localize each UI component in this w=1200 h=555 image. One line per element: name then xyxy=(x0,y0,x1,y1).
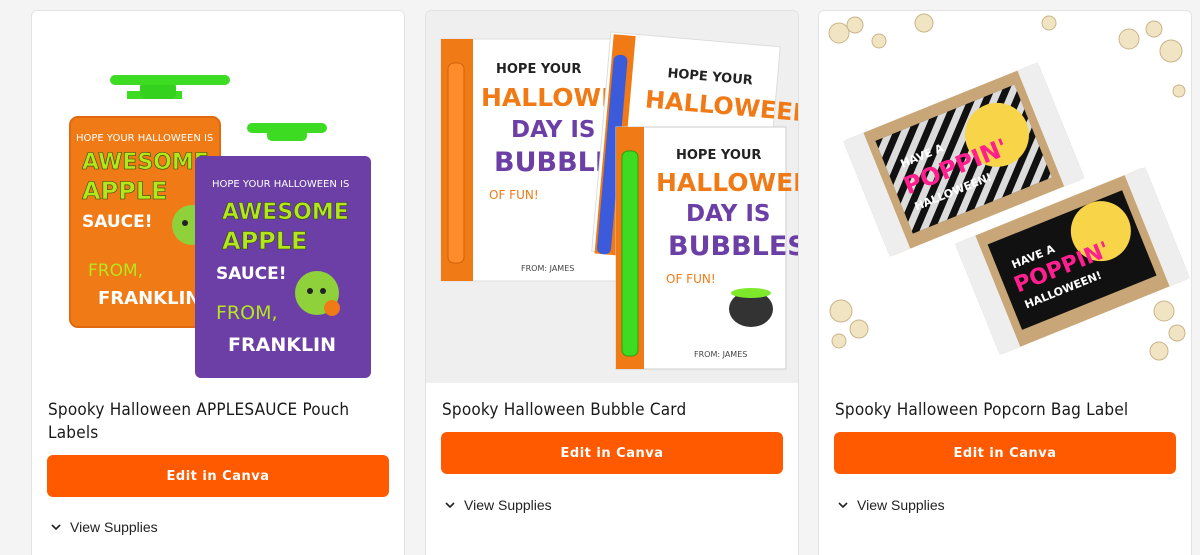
card2-back-line3: DAY IS xyxy=(511,117,595,143)
card1-front-line6: FRANKLIN xyxy=(98,288,200,309)
view-supplies-label: View Supplies xyxy=(70,519,158,535)
product-card-bubble: HOPE YOUR HALLOWEEN DAY IS BUBBLES OF FU… xyxy=(425,10,799,555)
card2-front-line1: HOPE YOUR xyxy=(676,148,761,163)
card1-back-line6: FRANKLIN xyxy=(228,334,336,356)
edit-in-canva-button[interactable]: Edit in Canva xyxy=(441,432,783,474)
card2-front-line2: HALLOWEEN xyxy=(656,168,798,197)
product-image-bubble[interactable]: HOPE YOUR HALLOWEEN DAY IS BUBBLES OF FU… xyxy=(426,11,798,383)
product-card-applesauce: HOPE YOUR HALLOWEEN IS AWESOME APPLE SAU… xyxy=(31,10,405,555)
card1-front-line5: FROM, xyxy=(88,261,143,281)
card1-front-line2: AWESOME xyxy=(82,150,209,175)
view-supplies-toggle[interactable]: View Supplies xyxy=(837,497,945,513)
card2-front-line3: DAY IS xyxy=(686,201,770,227)
edit-in-canva-button[interactable]: Edit in Canva xyxy=(834,432,1176,474)
product-grid: HOPE YOUR HALLOWEEN IS AWESOME APPLE SAU… xyxy=(0,0,1200,555)
card1-back-line4: SAUCE! xyxy=(216,264,287,284)
card2-back-line5: OF FUN! xyxy=(489,188,539,202)
card1-back-line3: APPLE xyxy=(222,227,307,255)
chevron-down-icon xyxy=(838,502,848,509)
chevron-down-icon xyxy=(445,502,455,509)
product-title: Spooky Halloween Bubble Card xyxy=(442,400,687,420)
view-supplies-toggle[interactable]: View Supplies xyxy=(50,519,158,535)
view-supplies-label: View Supplies xyxy=(857,497,945,513)
product-card-popcorn: HAVE A POPPIN' HALLOWEEN! HAVE A POPPIN'… xyxy=(818,10,1192,555)
card1-back-line2: AWESOME xyxy=(222,200,349,225)
view-supplies-label: View Supplies xyxy=(464,497,552,513)
card2-back-line1: HOPE YOUR xyxy=(496,62,581,77)
product-image-applesauce[interactable]: HOPE YOUR HALLOWEEN IS AWESOME APPLE SAU… xyxy=(32,11,404,383)
product-image-popcorn[interactable]: HAVE A POPPIN' HALLOWEEN! HAVE A POPPIN'… xyxy=(819,11,1191,383)
product-title: Spooky Halloween APPLESAUCE Pouch Labels xyxy=(48,400,350,443)
card1-back-line5: FROM, xyxy=(216,302,278,324)
card1-front-line1: HOPE YOUR HALLOWEEN IS xyxy=(76,133,213,144)
card1-front-line3: APPLE xyxy=(82,177,167,205)
card2-back-line6: FROM: JAMES xyxy=(521,264,574,273)
card2-front-line5: OF FUN! xyxy=(666,272,716,286)
product-title: Spooky Halloween Popcorn Bag Label xyxy=(835,400,1129,420)
card1-front-line4: SAUCE! xyxy=(82,212,153,232)
edit-in-canva-button[interactable]: Edit in Canva xyxy=(47,455,389,497)
card1-back-line1: HOPE YOUR HALLOWEEN IS xyxy=(212,179,349,190)
chevron-down-icon xyxy=(51,524,61,531)
card2-front-line4: BUBBLES xyxy=(668,231,798,262)
view-supplies-toggle[interactable]: View Supplies xyxy=(444,497,552,513)
card2-front-line6: FROM: JAMES xyxy=(694,350,747,359)
